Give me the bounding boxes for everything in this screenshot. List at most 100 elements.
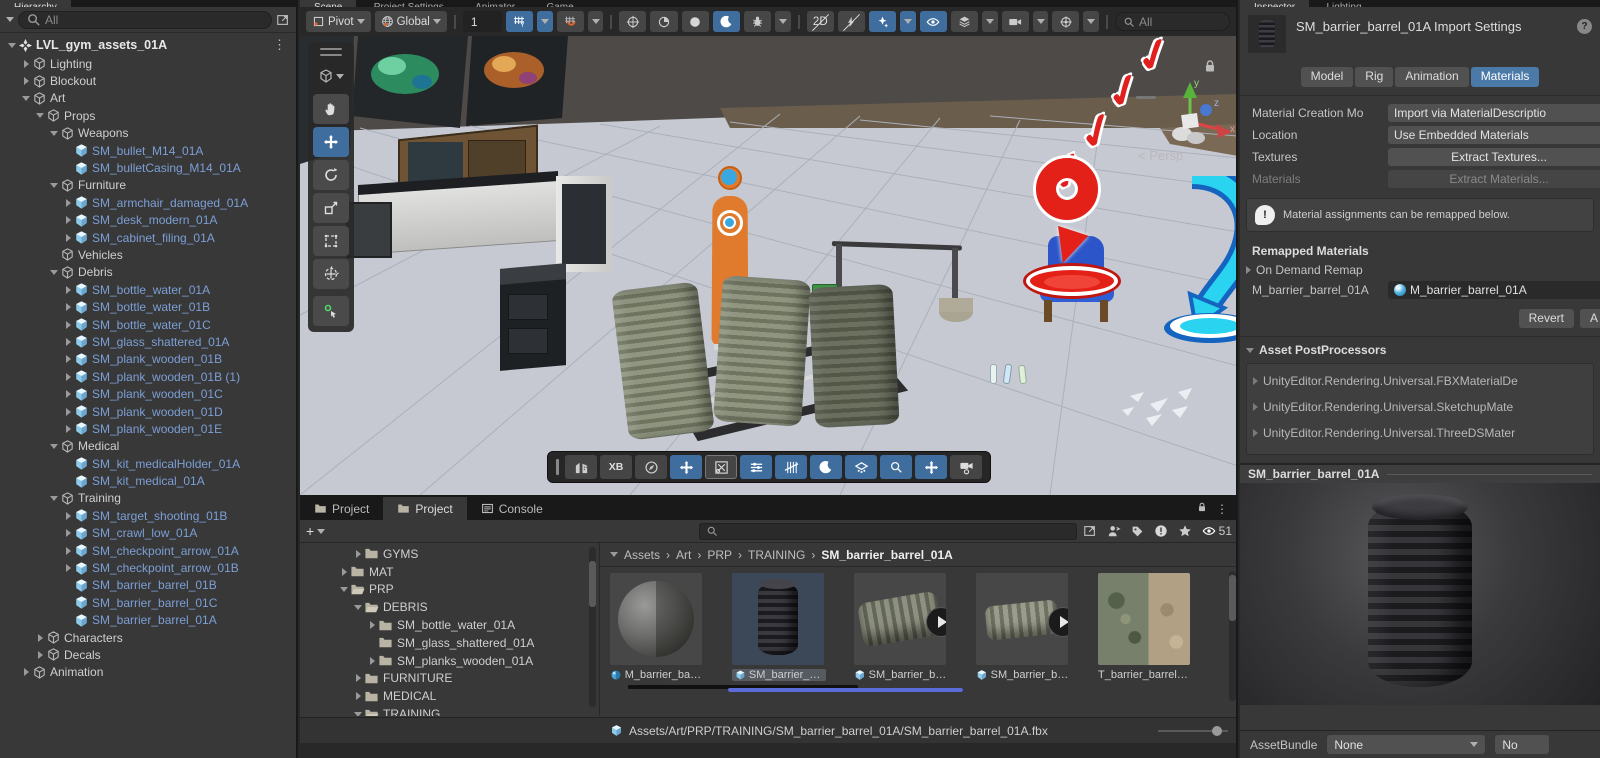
- hierarchy-item[interactable]: Decals: [0, 646, 296, 663]
- tab-animation[interactable]: Animation: [1395, 67, 1469, 87]
- hierarchy-item[interactable]: Props: [0, 107, 296, 124]
- effects-dropdown[interactable]: [900, 11, 916, 32]
- tab-console[interactable]: Console: [467, 497, 557, 520]
- folder-tree-scrollbar[interactable]: [589, 547, 596, 707]
- help-icon[interactable]: ?: [1577, 19, 1592, 34]
- asset-tile-model[interactable]: SM_barrier_ba...: [854, 573, 948, 681]
- folder-item[interactable]: SM_bottle_water_01A: [300, 616, 599, 634]
- wireframe-button[interactable]: [681, 11, 709, 32]
- tab-inspector[interactable]: Inspector: [1240, 0, 1310, 7]
- asset-tile-texture[interactable]: T_barrier_barrel_0...: [1098, 573, 1192, 681]
- global-button[interactable]: Global: [374, 11, 447, 32]
- desk-prop[interactable]: [346, 124, 568, 262]
- folder-item[interactable]: MAT: [300, 563, 599, 581]
- gizmos-dropdown[interactable]: [1083, 11, 1100, 32]
- hierarchy-item[interactable]: SM_barrier_barrel_01C: [0, 594, 296, 611]
- hierarchy-root-item[interactable]: LVL_gym_assets_01A ⋮: [0, 35, 296, 55]
- postprocessor-item[interactable]: UnityEditor.Rendering.Universal.Autodesk…: [1253, 446, 1593, 454]
- hierarchy-dropdown-icon[interactable]: [6, 17, 14, 22]
- hierarchy-item[interactable]: SM_bullet_M14_01A: [0, 142, 296, 159]
- hierarchy-item[interactable]: SM_barrier_barrel_01A: [0, 612, 296, 629]
- overlay-xb-button[interactable]: XB: [600, 455, 632, 479]
- hierarchy-item[interactable]: Medical: [0, 438, 296, 455]
- fridge-prop[interactable]: [556, 176, 612, 272]
- overlay-snap-button[interactable]: [915, 455, 947, 479]
- material-creation-dropdown[interactable]: Import via MaterialDescriptio: [1388, 104, 1600, 122]
- audio-toggle[interactable]: [837, 11, 866, 32]
- tab-lighting[interactable]: Lighting: [1312, 0, 1376, 7]
- overlay-search-button[interactable]: [880, 455, 912, 479]
- pivot-button[interactable]: Pivot: [306, 11, 371, 32]
- assetbundle-dropdown[interactable]: None: [1327, 735, 1486, 754]
- transform-tool-button[interactable]: [313, 259, 349, 289]
- folder-item[interactable]: DEBRIS: [300, 598, 599, 616]
- lock-icon[interactable]: [1196, 501, 1208, 516]
- folder-item[interactable]: PRP: [300, 581, 599, 599]
- hierarchy-item[interactable]: SM_checkpoint_arrow_01A: [0, 542, 296, 559]
- folder-item[interactable]: GYMS: [300, 545, 599, 563]
- tab-game[interactable]: Game: [532, 0, 588, 7]
- tab-model[interactable]: Model: [1300, 67, 1354, 87]
- scale-tool-button[interactable]: [313, 193, 349, 223]
- overlay-drag-handle[interactable]: [320, 54, 342, 56]
- overlay-lighting-button[interactable]: [810, 455, 842, 479]
- label-tag-icon[interactable]: [1131, 525, 1144, 538]
- filing-cabinet-prop[interactable]: [500, 263, 566, 371]
- hierarchy-item[interactable]: SM_crawl_low_01A: [0, 525, 296, 542]
- revert-button[interactable]: Revert: [1518, 309, 1574, 328]
- hierarchy-item[interactable]: Characters: [0, 629, 296, 646]
- overlay-drag-handle[interactable]: [556, 459, 559, 475]
- hierarchy-item[interactable]: SM_desk_modern_01A: [0, 212, 296, 229]
- hierarchy-item[interactable]: SM_plank_wooden_01B (1): [0, 368, 296, 385]
- grid-snap-dropdown[interactable]: [537, 11, 553, 32]
- hierarchy-item[interactable]: SM_barrier_barrel_01B: [0, 577, 296, 594]
- hierarchy-item[interactable]: SM_cabinet_filing_01A: [0, 229, 296, 246]
- detach-window-icon[interactable]: [1083, 524, 1097, 538]
- postprocessor-item[interactable]: UnityEditor.Rendering.Universal.ThreeDSM…: [1253, 420, 1593, 446]
- hierarchy-item[interactable]: SM_plank_wooden_01B: [0, 351, 296, 368]
- tab-materials[interactable]: Materials: [1470, 67, 1540, 87]
- scene-lighting-button[interactable]: [712, 11, 740, 32]
- overlay-drag-handle[interactable]: [320, 48, 342, 50]
- hierarchy-item[interactable]: Blockout: [0, 72, 296, 89]
- effects-button[interactable]: [869, 11, 897, 32]
- gizmos-button[interactable]: [1052, 11, 1080, 32]
- tab-project-settings[interactable]: Project Settings: [359, 0, 458, 7]
- rotate-tool-button[interactable]: [313, 160, 349, 190]
- bottles-prop[interactable]: [990, 363, 1027, 387]
- extract-textures-button[interactable]: Extract Textures...: [1388, 148, 1600, 166]
- material-object-field[interactable]: M_barrier_barrel_01A: [1388, 281, 1600, 299]
- rect-tool-button[interactable]: [313, 226, 349, 256]
- view-tool-button[interactable]: [313, 94, 349, 124]
- increment-snap-dropdown[interactable]: [587, 11, 604, 32]
- tab-hierarchy[interactable]: Hierarchy: [0, 0, 71, 7]
- asset-grid-vscrollbar[interactable]: [1229, 571, 1236, 701]
- barrel-prop[interactable]: [713, 275, 811, 427]
- create-asset-button[interactable]: +: [306, 523, 326, 539]
- detach-window-icon[interactable]: [276, 13, 290, 27]
- thumbnail-zoom-slider[interactable]: [1158, 725, 1228, 736]
- hierarchy-item[interactable]: Furniture: [0, 177, 296, 194]
- favorites-star-icon[interactable]: [1178, 524, 1192, 538]
- hierarchy-item[interactable]: Art: [0, 90, 296, 107]
- hierarchy-item[interactable]: SM_bottle_water_01B: [0, 298, 296, 315]
- hierarchy-item[interactable]: SM_glass_shattered_01A: [0, 333, 296, 350]
- layers-dropdown[interactable]: [982, 11, 998, 32]
- overlay-move-button[interactable]: [670, 455, 702, 479]
- hierarchy-item[interactable]: SM_kit_medicalHolder_01A: [0, 455, 296, 472]
- hierarchy-item[interactable]: Vehicles: [0, 246, 296, 263]
- folder-item[interactable]: SM_planks_wooden_01A: [300, 652, 599, 670]
- asset-tile-model-selected[interactable]: SM_barrier_ba...: [732, 573, 826, 681]
- more-icon[interactable]: ⋮: [1216, 502, 1228, 516]
- folder-item[interactable]: MEDICAL: [300, 687, 599, 705]
- shading-mode-button[interactable]: [650, 11, 678, 32]
- checkpoint-pin-red[interactable]: [1018, 158, 1138, 308]
- scene-visibility-button[interactable]: [919, 11, 947, 32]
- preview-resize-handle[interactable]: [1387, 473, 1592, 475]
- folder-item[interactable]: FURNITURE: [300, 670, 599, 688]
- hierarchy-item[interactable]: SM_plank_wooden_01D: [0, 403, 296, 420]
- overlay-camera-button[interactable]: [950, 455, 982, 479]
- increment-snap-button[interactable]: [556, 11, 584, 32]
- breadcrumb-item[interactable]: PRP: [707, 548, 732, 562]
- hierarchy-item[interactable]: SM_armchair_damaged_01A: [0, 194, 296, 211]
